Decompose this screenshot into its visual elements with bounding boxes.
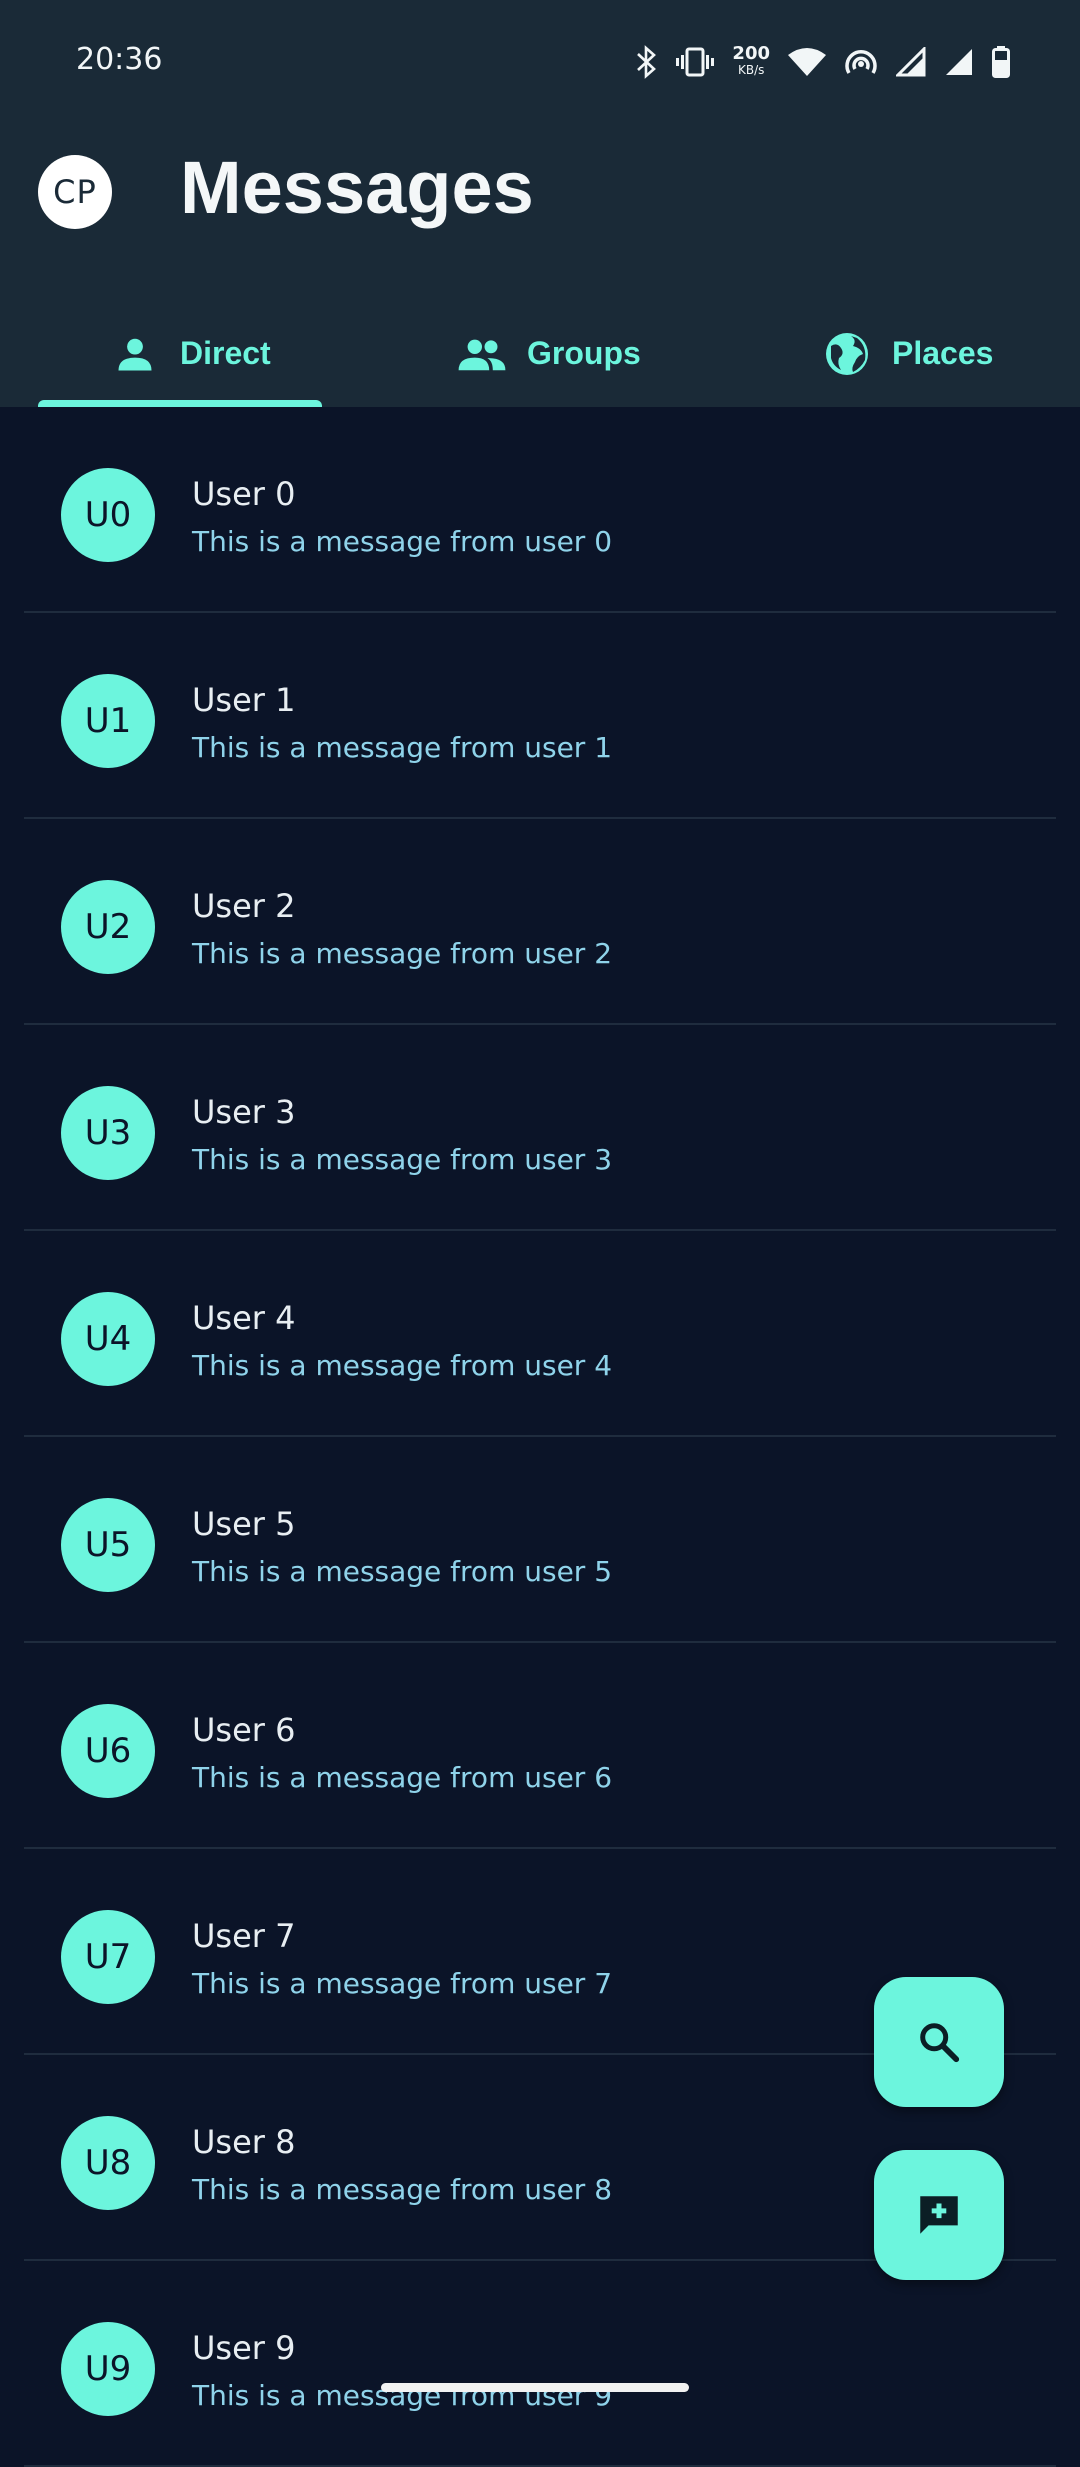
status-icons: 200 KB/s bbox=[636, 42, 1010, 82]
sender-name: User 0 bbox=[192, 475, 296, 513]
message-preview: This is a message from user 6 bbox=[192, 1761, 613, 1794]
tab-places[interactable]: Places bbox=[820, 300, 993, 407]
avatar: U0 bbox=[61, 468, 155, 562]
wifi-icon bbox=[788, 48, 826, 76]
search-button[interactable] bbox=[874, 1977, 1004, 2107]
status-bar: 20:36 200 KB/s bbox=[0, 0, 1080, 120]
avatar: U6 bbox=[61, 1704, 155, 1798]
message-preview: This is a message from user 0 bbox=[192, 525, 613, 558]
home-indicator[interactable] bbox=[381, 2383, 689, 2392]
list-item[interactable]: U9 User 9 This is a message from user 9 bbox=[0, 2261, 1080, 2467]
sender-name: User 4 bbox=[192, 1299, 296, 1337]
vibrate-icon bbox=[676, 47, 715, 77]
bluetooth-icon bbox=[637, 45, 657, 79]
hotspot-icon bbox=[845, 50, 877, 74]
tab-direct[interactable]: Direct bbox=[108, 300, 271, 407]
avatar: U1 bbox=[61, 674, 155, 768]
group-icon bbox=[455, 327, 509, 381]
message-preview: This is a message from user 1 bbox=[192, 731, 613, 764]
tab-places-label: Places bbox=[892, 335, 994, 371]
person-icon bbox=[108, 327, 162, 381]
tab-direct-label: Direct bbox=[180, 335, 271, 371]
list-item[interactable]: U5 User 5 This is a message from user 5 bbox=[0, 1437, 1080, 1643]
network-speed-value: 200 bbox=[732, 43, 770, 64]
sender-name: User 6 bbox=[192, 1711, 296, 1749]
network-speed-unit: KB/s bbox=[738, 63, 765, 77]
message-preview: This is a message from user 8 bbox=[192, 2173, 613, 2206]
list-item[interactable]: U6 User 6 This is a message from user 6 bbox=[0, 1643, 1080, 1849]
sender-name: User 9 bbox=[192, 2329, 296, 2367]
search-icon bbox=[920, 2023, 960, 2063]
sender-name: User 3 bbox=[192, 1093, 296, 1131]
list-item[interactable]: U0 User 0 This is a message from user 0 bbox=[0, 407, 1080, 613]
message-preview: This is a message from user 3 bbox=[192, 1143, 613, 1176]
app-header: 20:36 200KB/s CP Messages Direct Groups bbox=[0, 0, 1080, 407]
sender-name: User 1 bbox=[192, 681, 296, 719]
list-item[interactable]: U2 User 2 This is a message from user 2 bbox=[0, 819, 1080, 1025]
tab-bar: Direct Groups Places bbox=[0, 300, 1080, 407]
sender-name: User 2 bbox=[192, 887, 296, 925]
sender-name: User 7 bbox=[192, 1917, 296, 1955]
profile-avatar[interactable]: CP bbox=[38, 155, 112, 229]
signal-icon bbox=[896, 47, 926, 77]
avatar: U2 bbox=[61, 880, 155, 974]
avatar: U7 bbox=[61, 1910, 155, 2004]
network-speed: 200 KB/s bbox=[732, 43, 770, 78]
avatar: U3 bbox=[61, 1086, 155, 1180]
sender-name: User 5 bbox=[192, 1505, 296, 1543]
avatar: U9 bbox=[61, 2322, 155, 2416]
signal-icon bbox=[946, 49, 972, 75]
message-preview: This is a message from user 5 bbox=[192, 1555, 613, 1588]
message-preview: This is a message from user 7 bbox=[192, 1967, 613, 2000]
compose-button[interactable] bbox=[874, 2150, 1004, 2280]
tab-groups[interactable]: Groups bbox=[455, 300, 641, 407]
message-preview: This is a message from user 4 bbox=[192, 1349, 613, 1382]
message-preview: This is a message from user 2 bbox=[192, 937, 613, 970]
list-item[interactable]: U3 User 3 This is a message from user 3 bbox=[0, 1025, 1080, 1231]
add-comment-icon bbox=[920, 2196, 958, 2234]
sender-name: User 8 bbox=[192, 2123, 296, 2161]
tab-groups-label: Groups bbox=[527, 335, 641, 371]
status-time: 20:36 bbox=[76, 42, 163, 77]
avatar: U8 bbox=[61, 2116, 155, 2210]
avatar: U5 bbox=[61, 1498, 155, 1592]
battery-icon bbox=[992, 46, 1010, 78]
globe-icon bbox=[820, 327, 874, 381]
list-item[interactable]: U1 User 1 This is a message from user 1 bbox=[0, 613, 1080, 819]
avatar: U4 bbox=[61, 1292, 155, 1386]
list-item[interactable]: U4 User 4 This is a message from user 4 bbox=[0, 1231, 1080, 1437]
page-title: Messages bbox=[180, 146, 534, 229]
tab-indicator bbox=[38, 400, 322, 407]
